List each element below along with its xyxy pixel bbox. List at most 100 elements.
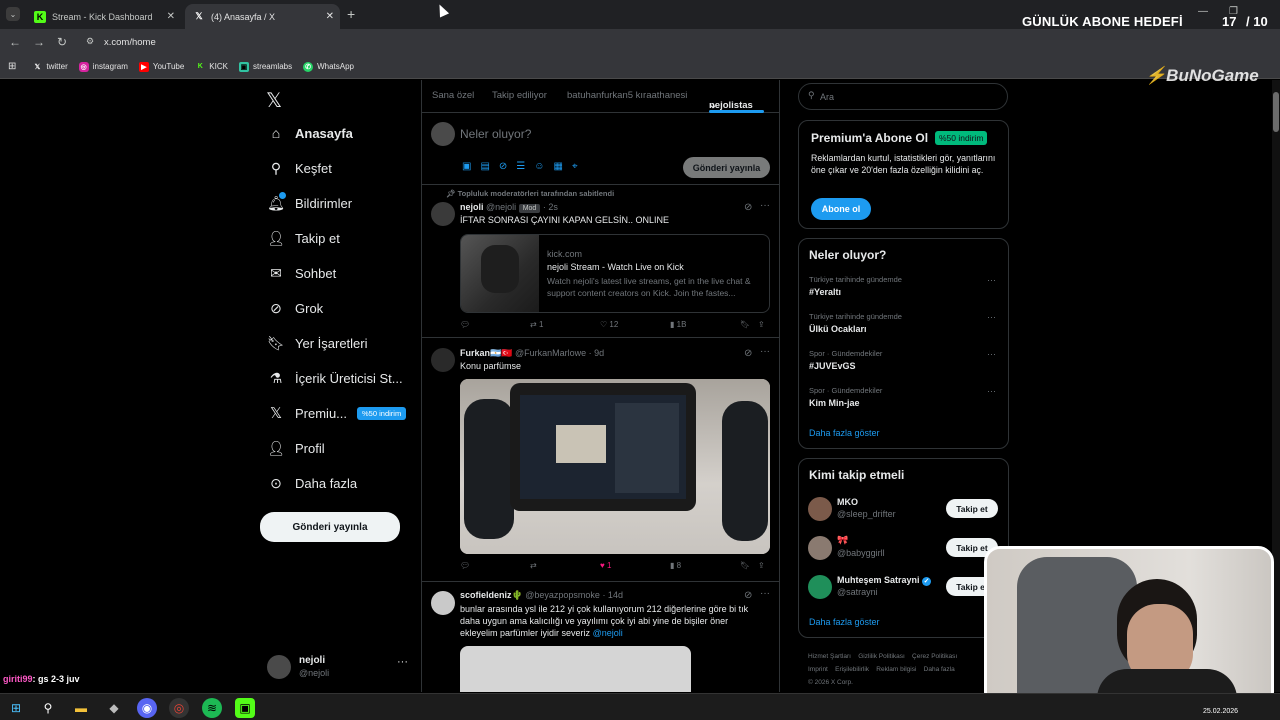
search-box[interactable]: ⚲ Ara bbox=[798, 83, 1008, 110]
emoji-icon[interactable]: ☺ bbox=[534, 161, 553, 172]
like-button[interactable]: ♡ 12 bbox=[600, 320, 618, 329]
grok-icon[interactable]: ⊘ bbox=[744, 202, 752, 213]
scrollbar-thumb[interactable] bbox=[1273, 92, 1279, 132]
chrome-icon[interactable]: ◎ bbox=[169, 698, 189, 718]
grok-icon[interactable]: ⊘ bbox=[744, 348, 752, 359]
reply-icon[interactable]: 💬︎ bbox=[460, 320, 470, 329]
like-button[interactable]: ♥ 1 bbox=[600, 561, 611, 570]
bookmark-kick[interactable]: K KICK bbox=[195, 62, 228, 72]
follow-suggestion[interactable]: MKO @sleep_drifter Takip et bbox=[799, 495, 1008, 527]
footer-link[interactable]: Hizmet Şartları bbox=[808, 653, 851, 660]
nav-notifications[interactable]: 🔔︎ Bildirimler bbox=[267, 192, 352, 212]
close-tab-icon[interactable]: ✕ bbox=[326, 11, 334, 22]
back-icon[interactable]: ← bbox=[9, 35, 21, 49]
post-pinned[interactable]: 📌︎ Topluluk moderatörleri tarafından sab… bbox=[422, 186, 779, 338]
nav-more[interactable]: ⊙ Daha fazla bbox=[267, 474, 357, 492]
x-logo-icon[interactable]: 𝕏 bbox=[266, 88, 282, 113]
forward-icon[interactable]: → bbox=[33, 35, 45, 49]
follow-button[interactable]: Takip et bbox=[946, 499, 998, 518]
tab-list-batuhanfurkan5[interactable]: batuhanfurkan5 kıraathanesi bbox=[567, 90, 687, 101]
post-scofieldeniz[interactable]: scofieldeniz🌵 @beyazpopsmoke · 14d ⊘ ···… bbox=[422, 583, 779, 692]
search-icon[interactable]: ⚲ bbox=[38, 698, 58, 718]
image-icon[interactable]: ▣ bbox=[462, 161, 480, 172]
bookmark-whatsapp[interactable]: ✆ WhatsApp bbox=[303, 61, 354, 72]
nav-home[interactable]: ⌂ Anasayfa bbox=[267, 124, 353, 142]
tab-x-home[interactable]: 𝕏 (4) Anasayfa / X ✕ bbox=[185, 4, 340, 29]
more-icon[interactable]: ··· bbox=[987, 349, 996, 359]
streaming-app-icon[interactable]: ▣ bbox=[235, 698, 255, 718]
retweet-icon[interactable]: ⇄ bbox=[530, 561, 537, 570]
more-icon[interactable]: ··· bbox=[987, 386, 996, 396]
views-button[interactable]: ▮ 8 bbox=[670, 561, 681, 570]
tab-kick-dashboard[interactable]: K Stream - Kick Dashboard ✕ bbox=[26, 4, 181, 29]
site-info-icon[interactable]: ⚙ bbox=[86, 36, 94, 47]
app-icon[interactable]: ◆ bbox=[104, 698, 124, 718]
post-image[interactable] bbox=[460, 646, 691, 692]
close-tab-icon[interactable]: ✕ bbox=[167, 11, 175, 22]
file-explorer-icon[interactable]: ▬ bbox=[71, 698, 91, 718]
follow-suggestion[interactable]: Muhteşem Satrayni ✓ @satrayni Takip et bbox=[799, 573, 1008, 605]
more-icon[interactable]: ··· bbox=[760, 588, 770, 599]
post-furkan[interactable]: Furkan🇦🇷🇹🇷 @FurkanMarlowe · 9d ⊘ ··· Kon… bbox=[422, 339, 779, 582]
link-card[interactable]: kick.com nejoli Stream - Watch Live on K… bbox=[460, 234, 770, 313]
gif-icon[interactable]: ▤ bbox=[480, 161, 498, 172]
show-more-suggestions-link[interactable]: Daha fazla göster bbox=[809, 617, 880, 627]
share-icon[interactable]: ⇪ bbox=[758, 561, 765, 570]
account-switcher[interactable]: nejoli @nejoli ··· bbox=[267, 652, 415, 688]
trend-item[interactable]: Spor · Gündemdekiler Kim Min-jae ··· bbox=[799, 383, 1008, 419]
footer-link[interactable]: Reklam bilgisi bbox=[876, 666, 916, 673]
nav-creator-studio[interactable]: ⚗ İçerik Üreticisi St... bbox=[267, 369, 403, 387]
apps-icon[interactable]: ⊞ bbox=[8, 61, 16, 72]
more-icon[interactable]: ··· bbox=[397, 656, 408, 668]
tab-for-you[interactable]: Sana özel bbox=[432, 90, 474, 101]
footer-link[interactable]: Gizlilik Politikası bbox=[858, 653, 905, 660]
follow-suggestion[interactable]: 🎀 @babyggirll Takip et bbox=[799, 534, 1008, 566]
bookmark-twitter[interactable]: 𝕏twitter bbox=[32, 62, 68, 72]
poll-icon[interactable]: ☰ bbox=[516, 161, 534, 172]
nav-profile[interactable]: 👤︎ Profil bbox=[267, 439, 325, 457]
nav-bookmarks[interactable]: 🔖︎ Yer İşaretleri bbox=[267, 334, 367, 352]
compose-post-button[interactable]: Gönderi yayınla bbox=[683, 157, 770, 178]
new-tab-icon[interactable]: + bbox=[347, 6, 355, 22]
minimize-icon[interactable]: — bbox=[1198, 6, 1208, 17]
share-icon[interactable]: ⇪ bbox=[758, 320, 765, 329]
bookmark-youtube[interactable]: ▶ YouTube bbox=[138, 61, 184, 72]
nav-explore[interactable]: ⚲ Keşfet bbox=[267, 159, 332, 177]
tab-search-icon[interactable]: ⌄ bbox=[6, 7, 20, 21]
reply-icon[interactable]: 💬︎ bbox=[460, 561, 470, 570]
bookmark-streamlabs[interactable]: ▣ streamlabs bbox=[238, 61, 292, 72]
more-icon[interactable]: ··· bbox=[760, 200, 770, 211]
show-more-trends-link[interactable]: Daha fazla göster bbox=[809, 428, 880, 438]
footer-link[interactable]: Çerez Politikası bbox=[912, 653, 957, 660]
grok-icon[interactable]: ⊘ bbox=[499, 161, 516, 172]
bookmark-icon[interactable]: 🔖︎ bbox=[740, 320, 750, 329]
compose-input[interactable]: Neler oluyor? bbox=[460, 127, 531, 141]
post-button[interactable]: Gönderi yayınla bbox=[260, 512, 400, 542]
spotify-icon[interactable]: ≋ bbox=[202, 698, 222, 718]
location-icon[interactable]: ⌖ bbox=[572, 161, 587, 172]
search-input[interactable]: Ara bbox=[820, 92, 834, 102]
mention-link[interactable]: @nejoli bbox=[593, 628, 623, 638]
reload-icon[interactable]: ↻ bbox=[57, 35, 67, 49]
post-image[interactable] bbox=[460, 379, 770, 554]
schedule-icon[interactable]: ▦ bbox=[553, 161, 571, 172]
tab-following[interactable]: Takip ediliyor bbox=[492, 90, 547, 101]
trend-item[interactable]: Türkiye tarihinde gündemde #Yeraltı ··· bbox=[799, 272, 1008, 308]
nav-follow[interactable]: 👤︎ Takip et bbox=[267, 229, 340, 247]
trend-item[interactable]: Türkiye tarihinde gündemde Ülkü Ocakları… bbox=[799, 309, 1008, 345]
subscribe-button[interactable]: Abone ol bbox=[811, 198, 871, 220]
discord-icon[interactable]: ◉ bbox=[137, 698, 157, 718]
more-icon[interactable]: ··· bbox=[987, 275, 996, 285]
url-field[interactable]: x.com/home bbox=[104, 37, 156, 48]
footer-link[interactable]: Erişilebilirlik bbox=[835, 666, 869, 673]
bookmark-instagram[interactable]: ◎ instagram bbox=[78, 61, 128, 72]
footer-link[interactable]: Imprint bbox=[808, 666, 828, 673]
retweet-button[interactable]: ⇄ 1 bbox=[530, 320, 543, 329]
nav-chat[interactable]: ✉ Sohbet bbox=[267, 264, 336, 282]
nav-grok[interactable]: ⊘ Grok bbox=[267, 299, 323, 317]
bookmark-icon[interactable]: 🔖︎ bbox=[740, 561, 750, 570]
footer-link[interactable]: Daha fazla bbox=[924, 666, 955, 673]
windows-start-icon[interactable]: ⊞ bbox=[6, 698, 26, 718]
grok-icon[interactable]: ⊘ bbox=[744, 590, 752, 601]
more-icon[interactable]: ··· bbox=[760, 346, 770, 357]
